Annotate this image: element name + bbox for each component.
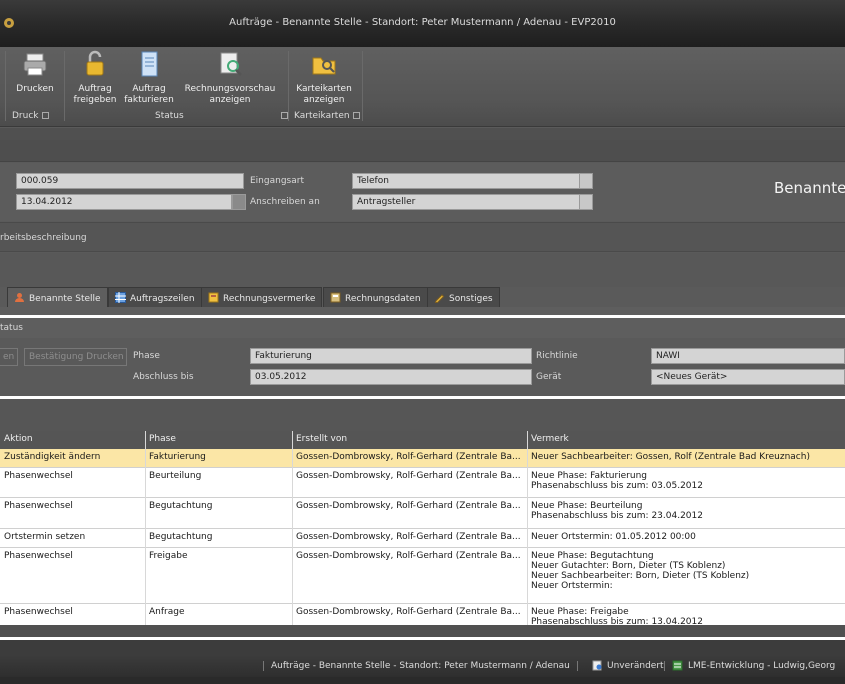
statusbar-environment: LME-Entwicklung - Ludwig,Georg (688, 661, 836, 671)
table-row[interactable]: Ortstermin setzen Begutachtung Gossen-Do… (0, 529, 845, 548)
invoice-order-button[interactable]: Auftrag fakturieren (122, 50, 176, 106)
richtlinie-label: Richtlinie (536, 351, 578, 361)
statusbar-divider (577, 661, 578, 671)
group-label-karteikarten: Karteikarten (294, 111, 360, 121)
ribbon-separator (64, 51, 65, 121)
database-icon (672, 660, 683, 671)
history-table: Aktion Phase Erstellt von Vermerk Zustän… (0, 431, 845, 625)
header-form: 000.059 13.04.2012 Eingangsart Telefon A… (0, 163, 845, 221)
phase-field[interactable]: Fakturierung (250, 348, 532, 364)
status-header: tatus (0, 318, 845, 338)
order-number-field[interactable]: 000.059 (16, 173, 244, 189)
group-label-druck: Druck (12, 111, 49, 121)
window-title: Aufträge - Benannte Stelle - Standort: P… (229, 17, 616, 28)
ribbon-separator (362, 51, 363, 121)
eingangsart-label: Eingangsart (250, 176, 304, 186)
confirmation-print-button[interactable]: Bestätigung Drucken (24, 348, 127, 366)
statusbar-divider (263, 661, 264, 671)
ribbon: Drucken Auftrag freigeben Auftrag faktur… (0, 47, 845, 127)
status-bar: Aufträge - Benannte Stelle - Standort: P… (0, 655, 845, 677)
index-cards-button[interactable]: Karteikarten anzeigen (292, 50, 356, 106)
abschluss-label: Abschluss bis (133, 372, 194, 382)
bottom-edge (0, 677, 845, 684)
date-dropdown-button[interactable] (232, 194, 246, 210)
table-bottom-band (0, 625, 845, 637)
column-header-erstellt[interactable]: Erstellt von (296, 434, 347, 444)
column-header-phase[interactable]: Phase (149, 434, 176, 444)
ribbon-separator (288, 51, 289, 121)
column-divider (292, 431, 293, 625)
column-header-aktion[interactable]: Aktion (4, 434, 33, 444)
group-label-status: Status (155, 111, 184, 121)
folder-search-icon (312, 57, 336, 75)
unlock-icon (86, 50, 104, 76)
tab-auftragszeilen[interactable]: Auftragszeilen (108, 287, 202, 307)
tab-rechnungsvermerke[interactable]: Rechnungsvermerke (201, 287, 323, 307)
ribbon-separator (5, 51, 6, 121)
grid-icon (115, 292, 126, 303)
richtlinie-field[interactable]: NAWI (651, 348, 845, 364)
geraet-label: Gerät (536, 372, 562, 382)
preview-icon (220, 52, 242, 76)
table-row[interactable]: Zuständigkeit ändern Fakturierung Gossen… (0, 449, 845, 468)
statusbar-state: Unverändert (607, 661, 664, 671)
column-divider (527, 431, 528, 625)
column-divider (145, 431, 146, 625)
invoice-icon (141, 51, 158, 77)
anschreiben-field[interactable]: Antragsteller (352, 194, 580, 210)
column-header-vermerk[interactable]: Vermerk (531, 434, 569, 444)
eingangsart-field[interactable]: Telefon (352, 173, 580, 189)
phase-label: Phase (133, 351, 160, 361)
table-row[interactable]: Phasenwechsel Beurteilung Gossen-Dombrow… (0, 468, 845, 498)
tab-rechnungsdaten[interactable]: Rechnungsdaten (323, 287, 428, 307)
document-icon (592, 660, 602, 671)
abschluss-field[interactable]: 03.05.2012 (250, 369, 532, 385)
tab-benannte-stelle[interactable]: Benannte Stelle (7, 287, 108, 308)
anschreiben-dropdown-button[interactable] (579, 194, 593, 210)
status-title: tatus (0, 323, 23, 333)
status-form: en Bestätigung Drucken Phase Fakturierun… (0, 338, 845, 396)
release-order-button[interactable]: Auftrag freigeben (70, 50, 120, 106)
form-header-band (0, 140, 845, 162)
tab-content-top (0, 307, 845, 315)
eingangsart-dropdown-button[interactable] (579, 173, 593, 189)
geraet-field[interactable]: <Neues Gerät> (651, 369, 845, 385)
statusbar-divider (664, 661, 665, 671)
table-row[interactable]: Phasenwechsel Freigabe Gossen-Dombrowsky… (0, 548, 845, 604)
note-icon (208, 292, 219, 303)
group-launcher-status[interactable] (278, 111, 288, 121)
tab-sonstiges[interactable]: Sonstiges (427, 287, 500, 307)
table-header: Aktion Phase Erstellt von Vermerk (0, 431, 845, 449)
pencil-icon (434, 294, 445, 303)
table-header-band (0, 399, 845, 431)
anschreiben-label: Anschreiben an (250, 197, 320, 207)
section-title: Benannte (774, 179, 845, 197)
printer-icon (23, 53, 47, 76)
left-button[interactable]: en (0, 348, 18, 366)
user-icon (15, 293, 24, 302)
spacer-band (0, 253, 845, 287)
group-launcher-icon[interactable] (352, 112, 360, 119)
group-launcher-icon[interactable] (41, 112, 49, 119)
footer-band (0, 640, 845, 655)
arbeitsbeschreibung-band: rbeitsbeschreibung (0, 222, 845, 252)
group-launcher-icon[interactable] (281, 112, 288, 119)
arbeitsbeschreibung-label: rbeitsbeschreibung (0, 233, 87, 243)
ribbon-bottom-band (0, 128, 845, 140)
table-row[interactable]: Phasenwechsel Begutachtung Gossen-Dombro… (0, 498, 845, 529)
order-date-field[interactable]: 13.04.2012 (16, 194, 232, 210)
statusbar-window-text: Aufträge - Benannte Stelle - Standort: P… (271, 661, 570, 671)
title-bar: Aufträge - Benannte Stelle - Standort: P… (0, 0, 845, 47)
invoice-preview-button[interactable]: Rechnungsvorschau anzeigen (184, 50, 276, 106)
print-button[interactable]: Drucken (12, 50, 58, 95)
calc-icon (330, 292, 341, 303)
table-row[interactable]: Phasenwechsel Anfrage Gossen-Dombrowsky,… (0, 604, 845, 625)
